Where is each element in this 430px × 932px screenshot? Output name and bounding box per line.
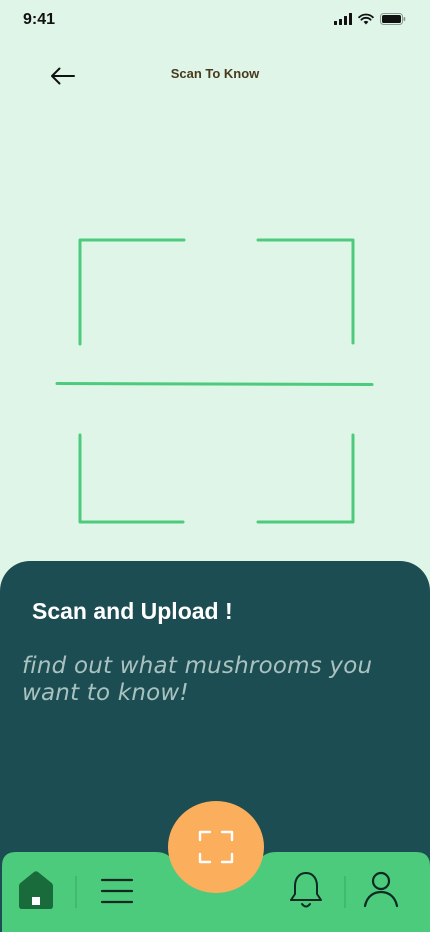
scan-button[interactable] (168, 801, 264, 893)
home-icon (19, 871, 53, 909)
wifi-icon (358, 13, 374, 25)
scan-line (55, 382, 374, 386)
panel-title: Scan and Upload ! (32, 598, 233, 624)
tab-home[interactable] (14, 868, 58, 912)
tab-profile[interactable] (360, 868, 402, 910)
scan-corner-bottom-left (78, 433, 185, 524)
signal-icon (334, 13, 352, 25)
scan-corner-top-left (78, 238, 186, 346)
menu-icon (100, 878, 134, 904)
bell-icon (290, 872, 322, 908)
status-time: 9:41 (23, 11, 56, 28)
page-title: Scan To Know (170, 66, 260, 81)
panel-subtitle: find out what mushrooms you want to know… (22, 653, 373, 706)
status-bar: 9:41 (0, 0, 430, 44)
status-icons (334, 13, 406, 25)
scan-icon (198, 830, 234, 864)
scan-frame (55, 238, 374, 524)
scan-corner-top-right (256, 238, 355, 345)
scan-corner-bottom-right (256, 433, 355, 524)
battery-icon (380, 13, 406, 25)
tab-menu[interactable] (96, 870, 138, 912)
tab-notifications[interactable] (284, 868, 328, 912)
user-icon (363, 871, 399, 908)
